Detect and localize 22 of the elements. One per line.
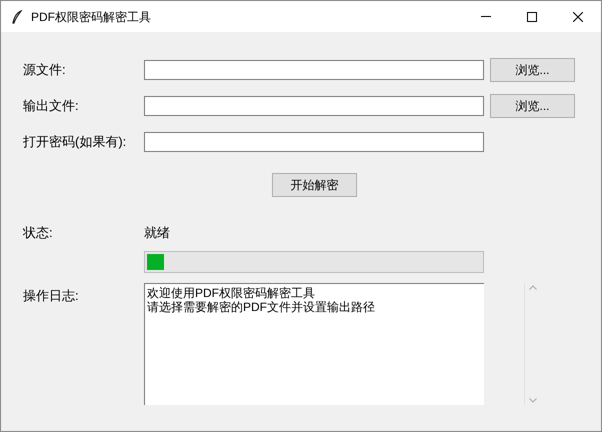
log-line: 欢迎使用PDF权限密码解密工具: [147, 286, 316, 300]
browse-button[interactable]: 浏览...: [490, 58, 575, 82]
status-label: 状态:: [23, 224, 54, 242]
minimize-icon: [481, 16, 491, 17]
log-label: 操作日志:: [23, 287, 80, 305]
close-icon: [573, 12, 583, 22]
input-field[interactable]: [144, 96, 484, 116]
scroll-up-icon: [529, 285, 537, 290]
log-line: 请选择需要解密的PDF文件并设置输出路径: [147, 300, 376, 314]
field-label: 源文件:: [23, 61, 67, 80]
input-field[interactable]: [144, 132, 484, 152]
field-label: 输出文件:: [23, 97, 80, 116]
field-label: 打开密码(如果有):: [23, 133, 128, 152]
start-decrypt-button[interactable]: 开始解密: [272, 173, 357, 197]
scroll-down-icon: [529, 398, 537, 403]
maximize-icon: [527, 12, 537, 22]
browse-button[interactable]: 浏览...: [490, 94, 575, 118]
feather-icon: [11, 10, 23, 24]
status-value: 就绪: [144, 224, 170, 242]
log-text-area[interactable]: 欢迎使用PDF权限密码解密工具 请选择需要解密的PDF文件并设置输出路径: [144, 283, 484, 405]
input-field[interactable]: [144, 60, 484, 80]
window-title: PDF权限密码解密工具: [31, 8, 151, 26]
